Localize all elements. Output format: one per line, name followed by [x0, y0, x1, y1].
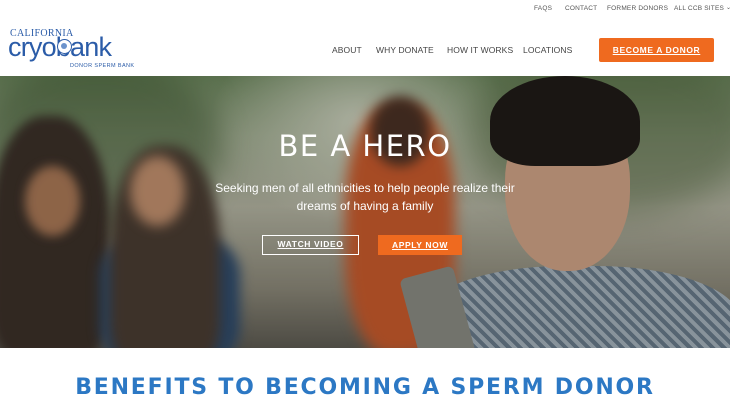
nav-why-donate[interactable]: WHY DONATE — [376, 45, 434, 55]
utility-bar: FAQS CONTACT FORMER DONORS ALL CCB SITES… — [0, 0, 730, 18]
chevron-down-icon: ⌄ — [726, 5, 730, 11]
hero-subtitle: Seeking men of all ethnicities to help p… — [215, 181, 515, 213]
logo-sub-text: DONOR SPERM BANK — [70, 63, 135, 69]
apply-now-button[interactable]: APPLY NOW — [378, 235, 462, 255]
nav-about[interactable]: ABOUT — [332, 45, 362, 55]
logo[interactable]: CALIFORNIA cryobank DONOR SPERM BANK — [8, 28, 143, 70]
utility-link-contact[interactable]: CONTACT — [565, 5, 597, 12]
nav-how-it-works[interactable]: HOW IT WORKS — [447, 45, 513, 55]
utility-link-faqs[interactable]: FAQS — [534, 5, 552, 12]
utility-link-all-sites[interactable]: ALL CCB SITES ⌄ — [674, 5, 730, 12]
watch-video-button[interactable]: WATCH VIDEO — [262, 235, 359, 255]
hero-title: BE A HERO — [278, 129, 452, 163]
site-header: CALIFORNIA cryobank DONOR SPERM BANK ABO… — [0, 18, 730, 76]
become-donor-button[interactable]: BECOME A DONOR — [599, 38, 714, 62]
nav-locations[interactable]: LOCATIONS — [523, 45, 572, 55]
benefits-heading: BENEFITS TO BECOMING A SPERM DONOR — [75, 375, 655, 400]
utility-link-former-donors[interactable]: FORMER DONORS — [607, 5, 668, 12]
seal-icon — [57, 39, 72, 54]
all-sites-label: ALL CCB SITES — [674, 5, 725, 12]
hero-banner: BE A HERO Seeking men of all ethnicities… — [0, 76, 730, 348]
